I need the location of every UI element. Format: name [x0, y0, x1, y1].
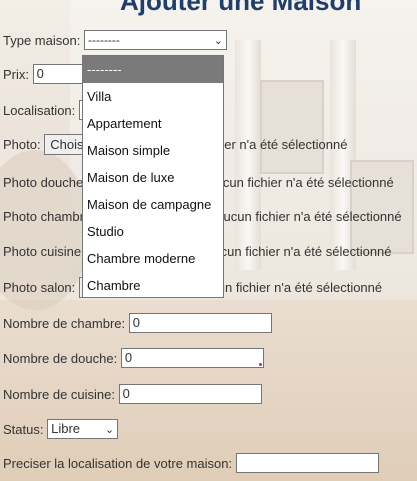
nombre-douche-row: Nombre de douche: 0	[3, 348, 264, 368]
chevron-down-icon: ⌄	[213, 35, 223, 47]
dropdown-option[interactable]: Studio	[83, 218, 223, 245]
validation-dot-icon	[258, 363, 262, 366]
type-maison-value: --------	[87, 33, 120, 47]
dropdown-option[interactable]: Maison simple	[83, 137, 223, 164]
photo-chambre-file-status: Aucun fichier n'a été sélectionné	[214, 209, 402, 224]
photo-douche-file-status: Aucun fichier n'a été sélectionné	[206, 175, 394, 190]
dropdown-option[interactable]: Chambre	[83, 272, 223, 299]
dropdown-option[interactable]: Villa	[83, 83, 223, 110]
status-label: Status:	[3, 421, 44, 437]
photo-douche-label: Photo douche:	[3, 175, 87, 190]
photo-cuisine-label: Photo cuisine:	[3, 244, 85, 259]
prix-input[interactable]: 0	[32, 64, 88, 84]
photo-cuisine-file-status: Aucun fichier n'a été sélectionné	[204, 244, 392, 259]
nombre-douche-label: Nombre de douche:	[3, 350, 118, 366]
type-maison-select[interactable]: -------- ⌄	[83, 30, 227, 50]
page-title: Ajouter une Maison	[120, 0, 362, 16]
nombre-cuisine-label: Nombre de cuisine:	[3, 386, 115, 402]
localisation-row: Localisation:	[3, 100, 93, 120]
nombre-chambre-row: Nombre de chambre: 0	[3, 313, 272, 333]
nombre-chambre-label: Nombre de chambre:	[3, 315, 126, 331]
status-select[interactable]: Libre ⌄	[47, 419, 119, 439]
status-value: Libre	[51, 421, 81, 436]
nombre-douche-value: 0	[124, 350, 133, 365]
photo-salon-label: Photo salon:	[3, 280, 76, 295]
dropdown-option[interactable]: --------	[83, 56, 223, 83]
dropdown-option[interactable]: Maison de campagne	[83, 191, 223, 218]
photo-chambre-label: Photo chambre:	[3, 209, 95, 224]
nombre-douche-input[interactable]: 0	[120, 348, 264, 368]
nombre-cuisine-row: Nombre de cuisine: 0	[3, 384, 262, 404]
preciser-row: Preciser la localisation de votre maison…	[3, 453, 379, 473]
type-maison-dropdown-list: -------- Villa Appartement Maison simple Mai…	[82, 55, 224, 298]
dropdown-option[interactable]: Chambre moderne	[83, 245, 223, 272]
nombre-cuisine-input[interactable]: 0	[118, 384, 262, 404]
type-maison-label: Type maison:	[3, 32, 81, 48]
localisation-label: Localisation:	[3, 102, 76, 118]
photo-label: Photo:	[3, 137, 41, 152]
type-maison-row: Type maison: -------- ⌄	[3, 30, 227, 50]
prix-row: Prix: 0	[3, 64, 88, 84]
preciser-label: Preciser la localisation de votre maison…	[3, 455, 233, 471]
nombre-chambre-input[interactable]: 0	[128, 313, 272, 333]
dropdown-option[interactable]: Appartement	[83, 110, 223, 137]
chevron-down-icon: ⌄	[104, 424, 115, 436]
prix-label: Prix:	[3, 66, 29, 82]
dropdown-option[interactable]: Maison de luxe	[83, 164, 223, 191]
status-row: Status: Libre ⌄	[3, 419, 119, 439]
preciser-input[interactable]	[235, 453, 379, 473]
